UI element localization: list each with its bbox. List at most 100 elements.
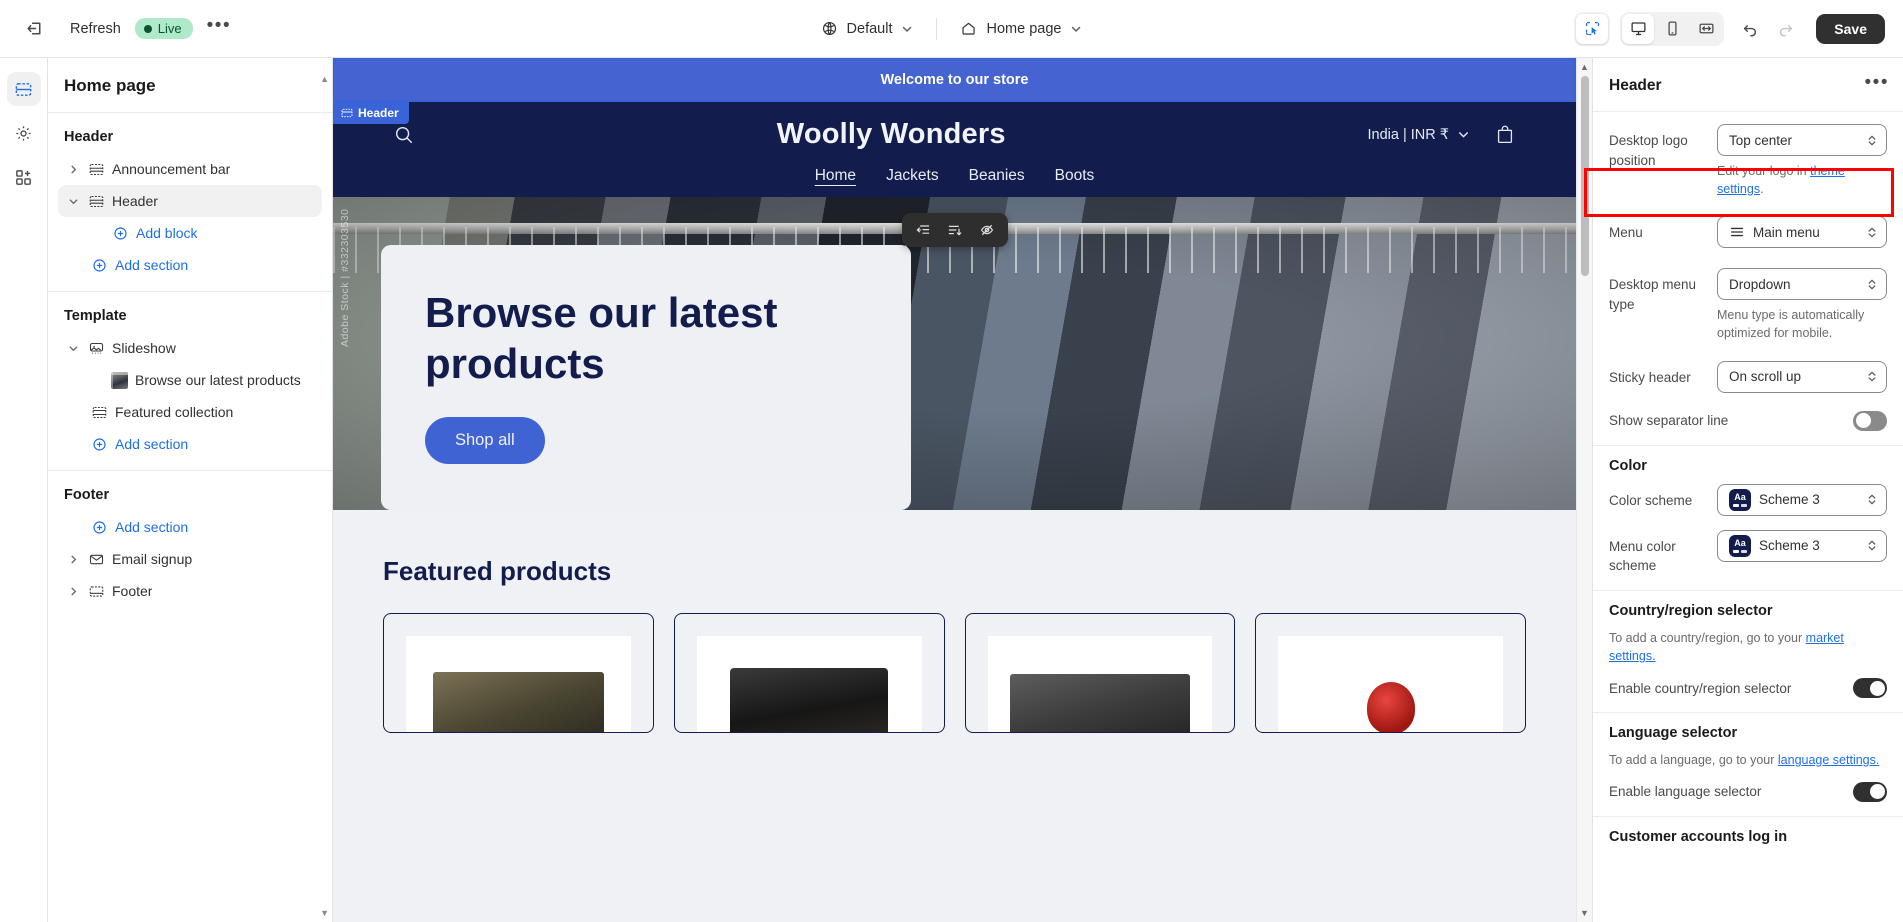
settings-section-country: Country/region selector To add a country… [1593,591,1903,714]
add-section-label: Add section [115,436,189,452]
nav-link-jackets[interactable]: Jackets [886,167,939,185]
enable-language-selector-toggle[interactable] [1853,781,1887,802]
setting-field: Dropdown Menu type is automatically opti… [1717,268,1887,342]
menu-color-scheme-select[interactable]: Aa Scheme 3 [1717,529,1887,562]
reorder-icon[interactable] [940,217,970,243]
chevron-updown-icon [1866,538,1878,553]
sidebar-item-email-signup[interactable]: Email signup [58,543,322,575]
nav-link-beanies[interactable]: Beanies [969,167,1025,185]
scrollbar-thumb[interactable] [1580,76,1589,276]
exit-icon[interactable] [18,13,50,45]
select-cursor-icon[interactable] [1576,13,1609,44]
show-separator-line-toggle[interactable] [1853,410,1887,431]
setting-hint: Menu type is automatically optimized for… [1717,308,1865,341]
sidebar-item-announcement-bar[interactable]: Announcement bar [58,153,322,185]
chevron-down-icon[interactable] [66,196,80,207]
sidebar-block-browse-latest-products[interactable]: Browse our latest products [58,364,322,396]
setting-label: Menu [1609,225,1643,241]
shopping-bag-icon[interactable] [1494,124,1516,146]
search-icon[interactable] [393,124,415,146]
nav-link-home[interactable]: Home [815,167,856,185]
move-out-icon[interactable] [908,217,938,243]
store-header-row: Woolly Wonders India | INR ₹ [333,118,1576,151]
editor-body: Home page Header Announcement bar Header… [0,58,1903,922]
shop-all-button[interactable]: Shop all [425,417,545,465]
add-section-button-header[interactable]: Add section [58,249,322,281]
setting-menu: Menu Main menu [1609,216,1887,249]
scroll-up-arrow-icon[interactable]: ▲ [320,74,329,84]
product-card[interactable] [1255,613,1526,733]
theme-selector[interactable]: Default [810,14,925,43]
announcement-bar[interactable]: Welcome to our store Header [333,58,1576,124]
enable-country-selector-toggle[interactable] [1853,678,1887,699]
scroll-down-arrow-icon[interactable]: ▼ [1580,904,1589,922]
sections-icon[interactable] [6,72,41,106]
section-title: Color [1609,457,1647,474]
color-scheme-select[interactable]: Aa Scheme 3 [1717,483,1887,516]
scroll-up-arrow-icon[interactable]: ▲ [1580,58,1589,76]
slideshow-section[interactable]: Adobe Stock | #332303530 Browse our late… [333,197,1576,510]
sidebar-item-footer[interactable]: Footer [58,575,322,607]
chevron-right-icon[interactable] [66,164,80,175]
sidebar-item-featured-collection[interactable]: Featured collection [58,396,322,428]
hero-text-card[interactable]: Browse our latest products Shop all [381,245,911,510]
theme-editor: Refresh Live ••• Default Home page Save … [0,0,1903,922]
section-tag-header[interactable]: Header [333,102,409,124]
sections-sidebar: Home page Header Announcement bar Header… [48,58,333,922]
sidebar-item-label: Email signup [112,551,193,567]
setting-label: Sticky header [1609,369,1691,385]
sidebar-item-header[interactable]: Header [58,185,322,217]
chevron-down-icon[interactable] [66,343,80,354]
sticky-header-select[interactable]: On scroll up [1717,360,1887,393]
toolbar-left: Refresh Live ••• [18,13,231,45]
menu-select[interactable]: Main menu [1717,216,1887,249]
hide-eye-icon[interactable] [972,217,1002,243]
sidebar-group-template: Template Slideshow Browse our latest pro… [48,292,332,471]
device-preview-group [1620,11,1725,46]
save-button[interactable]: Save [1816,13,1885,44]
setting-label: Desktop menu type [1609,277,1697,312]
setting-field: Main menu [1717,216,1887,249]
setting-label: Color scheme [1609,492,1693,508]
settings-section-customer-accounts: Customer accounts log in [1593,817,1903,869]
settings-more-button[interactable]: ••• [1865,73,1889,98]
undo-icon[interactable] [1734,13,1766,45]
desktop-icon[interactable] [1622,13,1655,44]
country-currency-selector[interactable]: India | INR ₹ [1368,127,1471,143]
product-image [987,636,1213,732]
product-card[interactable] [964,613,1236,733]
add-section-button-template[interactable]: Add section [58,428,322,460]
fullwidth-icon[interactable] [1690,14,1722,44]
more-options-button[interactable]: ••• [207,16,231,41]
product-card[interactable] [383,613,654,733]
page-selector-value: Home page [986,20,1062,37]
sidebar-item-label: Slideshow [112,340,176,356]
product-card[interactable] [673,613,945,733]
live-label: Live [157,21,182,36]
gear-icon[interactable] [7,116,41,150]
scroll-down-arrow-icon[interactable]: ▼ [320,908,329,918]
image-thumb-icon [111,371,128,389]
language-settings-link[interactable]: language settings. [1778,753,1879,767]
refresh-label[interactable]: Refresh [70,21,121,37]
preview-scrollbar[interactable]: ▲ ▼ [1576,58,1592,922]
hint-suffix: . [1760,182,1764,197]
store-header[interactable]: Woolly Wonders India | INR ₹ Home Jacket… [333,102,1576,197]
featured-collection-section[interactable]: Featured products [333,510,1576,743]
chevron-right-icon[interactable] [66,586,80,597]
desktop-logo-position-select[interactable]: Top center [1717,124,1887,156]
chevron-right-icon[interactable] [66,554,80,565]
apps-icon[interactable] [7,160,41,194]
add-section-button-footer[interactable]: Add section [58,511,322,543]
mobile-icon[interactable] [1656,14,1688,44]
sidebar-item-slideshow[interactable]: Slideshow [58,332,322,364]
desc-prefix: To add a country/region, go to your [1609,630,1806,645]
add-block-button[interactable]: Add block [58,217,322,249]
sidebar-scrollbar[interactable]: ▲ ▼ [320,74,330,918]
scrollbar-track[interactable] [1580,76,1589,904]
setting-label: Enable country/region selector [1609,680,1792,696]
desktop-menu-type-select[interactable]: Dropdown [1717,268,1887,301]
chevron-updown-icon [1866,277,1878,292]
nav-link-boots[interactable]: Boots [1055,167,1095,185]
page-selector[interactable]: Home page [949,14,1093,43]
